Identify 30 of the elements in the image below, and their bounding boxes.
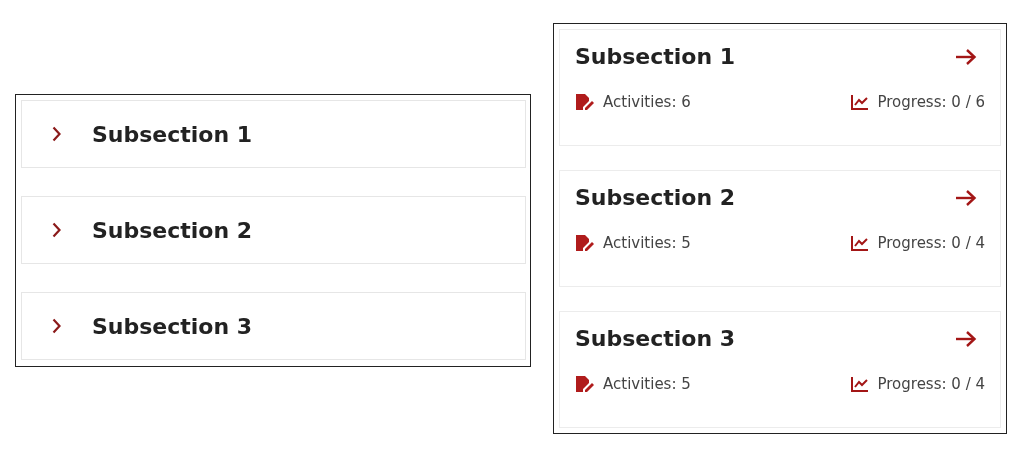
chevron-right-icon: [52, 222, 61, 238]
line-chart-icon: [851, 94, 870, 110]
activities-count: Activities: 6: [603, 93, 691, 111]
line-chart-icon: [851, 376, 870, 392]
arrow-right-icon[interactable]: [955, 188, 977, 207]
document-edit-icon: [575, 93, 595, 111]
arrow-right-icon[interactable]: [955, 329, 977, 348]
accordion-item[interactable]: Subsection 2: [21, 196, 526, 264]
progress-count: Progress: 0 / 4: [877, 375, 985, 393]
document-edit-icon: [575, 234, 595, 252]
card-title: Subsection 1: [575, 44, 736, 69]
subsection-card[interactable]: Subsection 3 Activities: 5 Progress: 0 / 4: [559, 311, 1001, 428]
arrow-right-icon[interactable]: [955, 47, 977, 66]
line-chart-icon: [851, 235, 870, 251]
section-title: Subsection 2: [92, 217, 253, 243]
accordion-item[interactable]: Subsection 1: [21, 100, 526, 168]
activities-count: Activities: 5: [603, 234, 691, 252]
accordion-item[interactable]: Subsection 3: [21, 292, 526, 360]
progress-count: Progress: 0 / 4: [877, 234, 985, 252]
activities-count: Activities: 5: [603, 375, 691, 393]
subsection-card[interactable]: Subsection 2 Activities: 5 Progress: 0 / 4: [559, 170, 1001, 287]
section-title: Subsection 1: [92, 121, 253, 147]
card-title: Subsection 3: [575, 326, 736, 351]
document-edit-icon: [575, 375, 595, 393]
card-title: Subsection 2: [575, 185, 736, 210]
subsection-card[interactable]: Subsection 1 Activities: 6 Progress: 0 / 6: [559, 29, 1001, 146]
chevron-right-icon: [52, 318, 61, 334]
section-title: Subsection 3: [92, 313, 253, 339]
chevron-right-icon: [52, 126, 61, 142]
progress-count: Progress: 0 / 6: [877, 93, 985, 111]
